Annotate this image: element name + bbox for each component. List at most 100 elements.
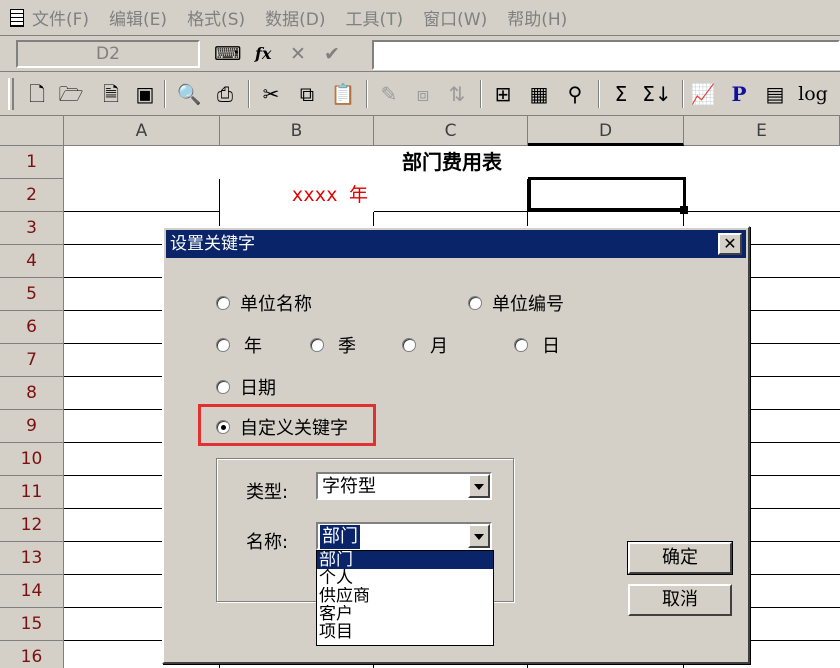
row-header[interactable]: 11: [0, 476, 64, 509]
close-icon[interactable]: ✕: [718, 233, 742, 255]
menu-format[interactable]: 格式(S): [187, 5, 245, 30]
ok-button[interactable]: 确定: [627, 541, 733, 575]
menu-window[interactable]: 窗口(W): [423, 5, 487, 30]
column-header-e[interactable]: E: [684, 116, 840, 146]
new-file-icon[interactable]: 🗋: [24, 81, 50, 107]
p-icon[interactable]: P: [726, 81, 752, 107]
radio-unit-code[interactable]: 单位编号: [468, 290, 564, 316]
menu-edit[interactable]: 编辑(E): [109, 5, 167, 30]
radio-button[interactable]: [514, 338, 528, 352]
print-preview-icon[interactable]: 🔍: [176, 81, 202, 107]
row-header[interactable]: 2: [0, 179, 64, 212]
format-painter-icon[interactable]: ✎: [376, 81, 402, 107]
radio-button[interactable]: [216, 296, 230, 310]
radio-button[interactable]: [468, 296, 482, 310]
radio-unit-name[interactable]: 单位名称: [216, 290, 312, 316]
print-icon[interactable]: ⎙: [212, 81, 238, 107]
sort-icon[interactable]: ⇅: [444, 81, 470, 107]
cancel-edit-icon[interactable]: ✕: [290, 42, 306, 66]
grid-icon[interactable]: ▦: [526, 81, 552, 107]
toolbar-grip[interactable]: [8, 78, 14, 110]
toolbar-separator: [248, 80, 250, 108]
row-header[interactable]: 1: [0, 146, 64, 179]
active-cell[interactable]: [528, 177, 686, 211]
cancel-button[interactable]: 取消: [628, 584, 732, 616]
paste-icon[interactable]: 📋: [330, 81, 356, 107]
dropdown-item[interactable]: 项目: [317, 623, 493, 641]
menu-file[interactable]: 文件(F): [32, 5, 89, 30]
radio-button-selected[interactable]: [216, 420, 230, 434]
type-combo[interactable]: 字符型: [316, 472, 492, 500]
radio-day[interactable]: 日: [514, 332, 560, 358]
radio-quarter[interactable]: 季: [310, 332, 356, 358]
title-cell[interactable]: 部门费用表: [220, 146, 684, 179]
row-header[interactable]: 15: [0, 608, 64, 641]
radio-year[interactable]: 年: [216, 332, 262, 358]
document-icon[interactable]: 🗎: [98, 81, 124, 107]
set-keyword-dialog: 设置关键字 ✕ 单位名称 单位编号 年 季 月 日 日期 自定义关键字 类型: …: [162, 226, 750, 664]
row-header[interactable]: 6: [0, 311, 64, 344]
document-icon[interactable]: [10, 8, 24, 27]
menu-data[interactable]: 数据(D): [265, 5, 325, 30]
dropdown-item[interactable]: 供应商: [317, 587, 493, 605]
name-dropdown-list: 部门 个人 供应商 客户 项目: [316, 550, 494, 646]
sum-down-icon[interactable]: Σ↓: [642, 81, 671, 107]
row-header[interactable]: 10: [0, 443, 64, 476]
confirm-edit-icon[interactable]: ✔: [324, 42, 340, 66]
chevron-down-icon[interactable]: [468, 474, 490, 498]
dialog-title-bar[interactable]: 设置关键字 ✕: [166, 230, 746, 258]
row-header[interactable]: 7: [0, 344, 64, 377]
radio-label: 月: [430, 336, 448, 357]
cut-icon[interactable]: ✂: [258, 81, 284, 107]
menu-bar: 文件(F) 编辑(E) 格式(S) 数据(D) 工具(T) 窗口(W) 帮助(H…: [0, 0, 840, 36]
radio-custom-keyword[interactable]: 自定义关键字: [216, 414, 348, 440]
keyboard-icon[interactable]: ⌨: [214, 42, 241, 66]
radio-button[interactable]: [216, 380, 230, 394]
radio-label: 单位编号: [492, 294, 564, 315]
dropdown-item[interactable]: 个人: [317, 569, 493, 587]
name-value[interactable]: 部门: [320, 525, 360, 549]
menu-help[interactable]: 帮助(H): [507, 5, 567, 30]
find-icon[interactable]: ⚲: [562, 81, 588, 107]
sum-icon[interactable]: Σ: [608, 81, 634, 107]
radio-button[interactable]: [216, 338, 230, 352]
dropdown-item[interactable]: 客户: [317, 605, 493, 623]
dropdown-item[interactable]: 部门: [317, 551, 493, 569]
save-icon[interactable]: ▣: [132, 81, 158, 107]
column-header-b[interactable]: B: [220, 116, 374, 146]
function-icon[interactable]: fx: [255, 42, 271, 66]
row-header[interactable]: 13: [0, 542, 64, 575]
row-header[interactable]: 8: [0, 377, 64, 410]
menu-tools[interactable]: 工具(T): [345, 5, 403, 30]
row-header[interactable]: 16: [0, 641, 64, 668]
log-icon[interactable]: log: [796, 81, 830, 107]
radio-button[interactable]: [402, 338, 416, 352]
merge-cells-icon[interactable]: ⊞: [490, 81, 516, 107]
formula-bar: D2 ⌨ fx ✕ ✔: [0, 36, 840, 72]
column-header-c[interactable]: C: [374, 116, 528, 146]
radio-date[interactable]: 日期: [216, 374, 276, 400]
insert-sheet-icon[interactable]: ⧈: [410, 81, 436, 107]
radio-button[interactable]: [310, 338, 324, 352]
name-label: 名称:: [246, 532, 289, 553]
column-header-d[interactable]: D: [528, 116, 684, 146]
radio-month[interactable]: 月: [402, 332, 448, 358]
row-header[interactable]: 4: [0, 245, 64, 278]
chart-icon[interactable]: 📈: [690, 81, 716, 107]
row-header[interactable]: 14: [0, 575, 64, 608]
row-header[interactable]: 3: [0, 212, 64, 245]
open-folder-icon[interactable]: 🗁: [58, 81, 84, 107]
name-combo[interactable]: 部门: [316, 522, 492, 550]
calculator-icon[interactable]: ▤: [762, 81, 788, 107]
column-header-a[interactable]: A: [64, 116, 220, 146]
name-box[interactable]: D2: [16, 40, 200, 68]
copy-icon[interactable]: ⧉: [294, 81, 320, 107]
year-cell[interactable]: xxxx 年: [220, 179, 374, 212]
formula-input[interactable]: [372, 40, 840, 70]
select-all-corner[interactable]: [0, 116, 64, 146]
chevron-down-icon[interactable]: [468, 524, 490, 548]
row-header[interactable]: 5: [0, 278, 64, 311]
fill-handle[interactable]: [680, 206, 688, 214]
row-header[interactable]: 12: [0, 509, 64, 542]
row-header[interactable]: 9: [0, 410, 64, 443]
